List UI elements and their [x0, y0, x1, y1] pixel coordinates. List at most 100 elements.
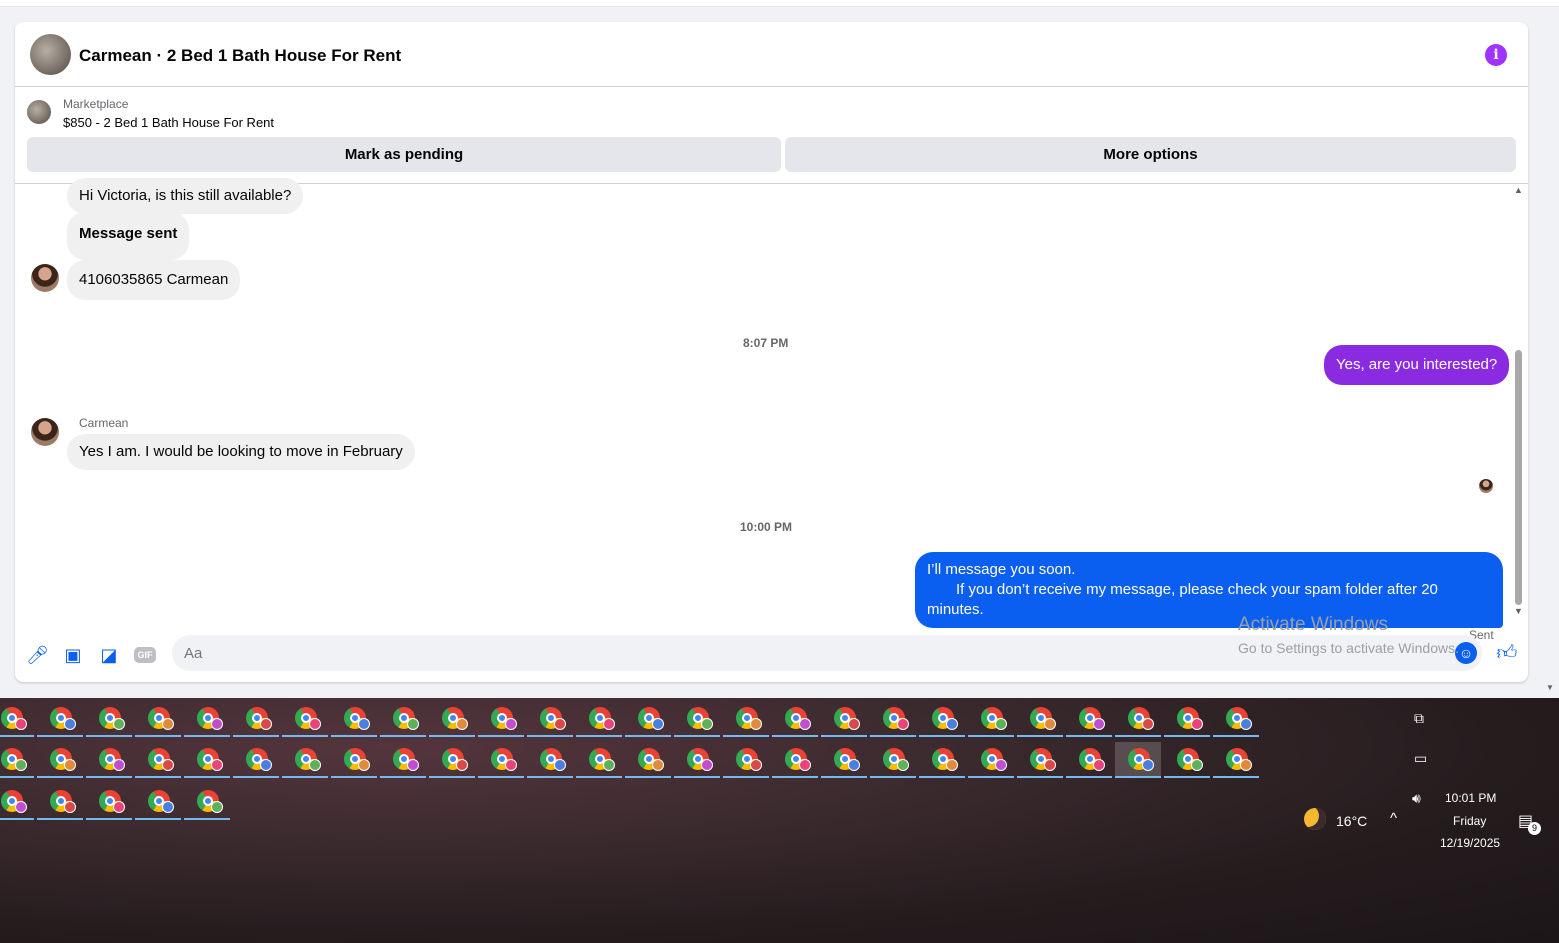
profile-badge: [113, 801, 125, 813]
chrome-icon[interactable]: [282, 701, 328, 737]
chrome-icon[interactable]: [1164, 742, 1210, 778]
chrome-icon[interactable]: [184, 784, 230, 820]
chrome-icon[interactable]: [625, 701, 671, 737]
watermark-title: Activate Windows: [1238, 614, 1388, 635]
chrome-icon[interactable]: [331, 742, 377, 778]
chrome-icon[interactable]: [1115, 742, 1161, 778]
listing-avatar[interactable]: [30, 34, 71, 75]
profile-badge: [1240, 759, 1252, 771]
clock-date[interactable]: 12/19/2025: [1440, 836, 1500, 850]
chrome-icon[interactable]: [135, 742, 181, 778]
mark-as-pending-button[interactable]: Mark as pending: [27, 137, 781, 172]
message-bubble[interactable]: Hi Victoria, is this still available?: [67, 178, 304, 214]
chrome-icon[interactable]: [0, 701, 34, 737]
message-bubble[interactable]: 4106035865 Carmean: [67, 260, 241, 300]
chrome-icon[interactable]: [1066, 701, 1112, 737]
profile-badge: [554, 759, 566, 771]
chrome-icon[interactable]: [674, 742, 720, 778]
chrome-icon[interactable]: [37, 701, 83, 737]
volume-icon[interactable]: 🔊︎: [1412, 790, 1421, 807]
chrome-icon[interactable]: [870, 701, 916, 737]
sender-avatar[interactable]: [31, 264, 59, 292]
chrome-icon[interactable]: [968, 742, 1014, 778]
chrome-icon[interactable]: [772, 742, 818, 778]
chrome-icon[interactable]: [184, 742, 230, 778]
listing-thumbnail[interactable]: [27, 100, 51, 124]
chrome-icon[interactable]: [86, 742, 132, 778]
chrome-icon[interactable]: [380, 701, 426, 737]
chrome-icon[interactable]: [1164, 701, 1210, 737]
chrome-icon[interactable]: [772, 701, 818, 737]
chrome-icon[interactable]: [380, 742, 426, 778]
message-bubble[interactable]: Message sent: [67, 212, 190, 260]
chrome-icon[interactable]: [282, 742, 328, 778]
clock-day[interactable]: Friday: [1453, 814, 1486, 828]
moon-weather-icon[interactable]: [1304, 808, 1326, 830]
chrome-icon[interactable]: [527, 701, 573, 737]
info-icon[interactable]: i: [1485, 44, 1507, 66]
profile-badge: [799, 718, 811, 730]
chrome-icon[interactable]: [1213, 742, 1259, 778]
chrome-icon[interactable]: [723, 701, 769, 737]
photo-icon[interactable]: ▣: [62, 644, 84, 666]
clock-time[interactable]: 10:01 PM: [1445, 791, 1496, 805]
sender-avatar[interactable]: [31, 418, 59, 446]
chrome-icon[interactable]: [1017, 742, 1063, 778]
chrome-icon[interactable]: [37, 742, 83, 778]
chrome-icon[interactable]: [1213, 701, 1259, 737]
chrome-icon[interactable]: [1066, 742, 1112, 778]
chrome-icon[interactable]: [1115, 701, 1161, 737]
chrome-icon[interactable]: [821, 701, 867, 737]
chrome-icon[interactable]: [233, 701, 279, 737]
page-scroll-down-arrow[interactable]: ▼: [1546, 683, 1554, 692]
profile-badge: [260, 759, 272, 771]
chat-title[interactable]: Carmean · 2 Bed 1 Bath House For Rent: [79, 46, 401, 66]
network-icon[interactable]: ▭: [1414, 750, 1427, 767]
chrome-icon[interactable]: [478, 742, 524, 778]
chrome-icon[interactable]: [86, 784, 132, 820]
chrome-icon[interactable]: [135, 701, 181, 737]
thumbs-up-icon[interactable]: 👍︎: [1495, 641, 1519, 665]
chrome-icon[interactable]: [331, 701, 377, 737]
chrome-icon[interactable]: [37, 784, 83, 820]
profile-badge: [505, 718, 517, 730]
message-bubble[interactable]: Yes, are you interested?: [1324, 345, 1510, 385]
sticker-icon[interactable]: ◪: [98, 644, 120, 666]
chrome-icon[interactable]: [86, 701, 132, 737]
chrome-icon[interactable]: [919, 742, 965, 778]
chrome-icon[interactable]: [478, 701, 524, 737]
chrome-icon[interactable]: [429, 742, 475, 778]
chrome-icon[interactable]: [576, 742, 622, 778]
chrome-icon[interactable]: [821, 742, 867, 778]
chrome-icon[interactable]: [674, 701, 720, 737]
meet-now-icon[interactable]: ⧉: [1414, 710, 1424, 727]
chrome-icon[interactable]: [527, 742, 573, 778]
profile-badge: [1093, 718, 1105, 730]
scroll-thumb[interactable]: [1515, 350, 1522, 605]
message-bubble[interactable]: Yes I am. I would be looking to move in …: [67, 434, 415, 470]
chat-scrollbar[interactable]: ▲ ▼: [1512, 185, 1524, 616]
chrome-icon[interactable]: [1017, 701, 1063, 737]
chrome-icon[interactable]: [0, 742, 34, 778]
chrome-icon[interactable]: [184, 701, 230, 737]
chrome-icon[interactable]: [870, 742, 916, 778]
timestamp: 8:07 PM: [743, 336, 789, 350]
profile-badge: [554, 718, 566, 730]
chrome-icon[interactable]: [233, 742, 279, 778]
chrome-icon[interactable]: [135, 784, 181, 820]
chrome-icon[interactable]: [429, 701, 475, 737]
chrome-icon[interactable]: [919, 701, 965, 737]
gif-icon[interactable]: GIF: [134, 647, 156, 663]
scroll-up-arrow[interactable]: ▲: [1514, 185, 1523, 195]
chrome-icon[interactable]: [576, 701, 622, 737]
chrome-icon[interactable]: [968, 701, 1014, 737]
chrome-icon[interactable]: [625, 742, 671, 778]
chrome-icon[interactable]: [723, 742, 769, 778]
weather-temperature[interactable]: 16°C: [1336, 813, 1367, 829]
listing-price-title[interactable]: $850 - 2 Bed 1 Bath House For Rent: [63, 115, 274, 130]
scroll-down-arrow[interactable]: ▼: [1514, 606, 1523, 616]
chrome-icon[interactable]: [0, 784, 34, 820]
more-options-button[interactable]: More options: [785, 137, 1516, 172]
chevron-up-icon[interactable]: ^: [1390, 810, 1397, 827]
microphone-icon[interactable]: 🎤︎: [26, 644, 49, 666]
